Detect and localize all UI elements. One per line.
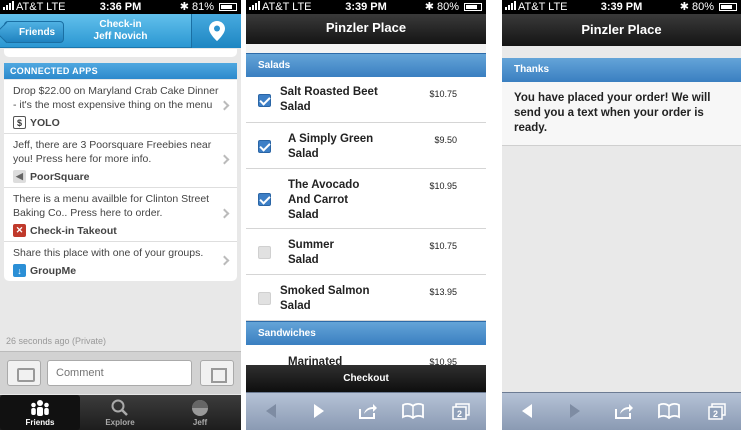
friends-icon: [31, 400, 49, 416]
megaphone-icon: ◀: [13, 170, 26, 183]
item-price: $9.50: [434, 135, 457, 145]
item-price: $10.95: [429, 181, 457, 191]
item-checkbox[interactable]: [258, 94, 271, 107]
status-bar: AT&T LTE 3:39 PM ✱ 80%: [246, 0, 486, 14]
pages-icon[interactable]: 2: [452, 403, 470, 420]
comment-input[interactable]: [47, 360, 192, 386]
chevron-right-icon: [219, 208, 230, 218]
checkin-timestamp: 26 seconds ago (Private): [6, 336, 107, 346]
phone-menu: AT&T LTE 3:39 PM ✱ 80% Pinzler Place Sala…: [246, 0, 486, 430]
menu-item[interactable]: Summer Salad $10.75: [246, 229, 486, 275]
item-checkbox[interactable]: [258, 246, 271, 259]
checkin-card: [4, 49, 237, 57]
app-name: Check-in Takeout: [30, 224, 117, 237]
tab-friends[interactable]: Friends: [0, 395, 80, 430]
item-price: $10.75: [429, 241, 457, 251]
avatar-icon: [192, 400, 208, 416]
phone-checkin: AT&T LTE 3:36 PM ✱ 81% Friends Check-in J…: [0, 0, 241, 430]
item-checkbox[interactable]: [258, 292, 271, 305]
location-button[interactable]: [191, 14, 241, 48]
item-name: Summer Salad: [288, 239, 335, 266]
battery-icon: [719, 3, 737, 11]
item-name: The Avocado And Carrot Salad: [288, 179, 360, 221]
menu-list[interactable]: Salads Salt Roasted Beet Salad $10.75 A …: [246, 44, 486, 365]
page-title: Pinzler Place: [502, 14, 741, 46]
page-title: Pinzler Place: [246, 14, 486, 44]
item-name: Smoked Salmon Salad: [280, 285, 370, 312]
chevron-right-icon: [219, 100, 230, 110]
item-name: Salt Roasted Beet Salad: [280, 86, 378, 113]
app-item-text: Share this place with one of your groups…: [13, 247, 204, 259]
item-price: $10.95: [429, 357, 457, 365]
takeout-icon: ✕: [13, 224, 26, 237]
post-comment-button[interactable]: [200, 360, 234, 386]
svg-text:2: 2: [713, 409, 718, 419]
menu-item[interactable]: A Simply Green Salad $9.50: [246, 123, 486, 169]
explore-icon: [111, 399, 128, 416]
section-header-sandwiches: Sandwiches: [246, 321, 486, 345]
groupme-icon: ↓: [13, 264, 26, 277]
app-item-groupme[interactable]: Share this place with one of your groups…: [4, 242, 237, 281]
bluetooth-icon: ✱: [679, 1, 689, 13]
section-header-salads: Salads: [246, 53, 486, 77]
item-name: A Simply Green Salad: [288, 133, 374, 160]
status-bar: AT&T LTE 3:36 PM ✱ 81%: [0, 0, 241, 14]
chevron-right-icon: [219, 255, 230, 265]
section-header-thanks: Thanks: [502, 58, 741, 82]
app-item-poorsquare[interactable]: Jeff, there are 3 Poorsquare Freebies ne…: [4, 134, 237, 188]
menu-item[interactable]: Marinated $10.95: [246, 345, 486, 365]
item-price: $10.75: [429, 89, 457, 99]
checkout-button[interactable]: Checkout: [246, 365, 486, 392]
pages-icon[interactable]: 2: [708, 403, 726, 420]
item-price: $13.95: [429, 287, 457, 297]
confirmation-message: You have placed your order! We will send…: [502, 82, 741, 146]
map-pin-icon: [209, 21, 225, 41]
app-item-text: Drop $22.00 on Maryland Crab Cake Dinner…: [13, 85, 219, 111]
tab-profile[interactable]: Jeff: [160, 395, 240, 430]
menu-item[interactable]: The Avocado And Carrot Salad $10.95: [246, 169, 486, 229]
share-icon[interactable]: [614, 403, 634, 419]
section-header: CONNECTED APPS: [4, 63, 237, 79]
chevron-right-icon: [219, 154, 230, 164]
bluetooth-icon: ✱: [179, 1, 189, 13]
battery-percent: 80%: [691, 1, 714, 13]
bluetooth-icon: ✱: [424, 1, 434, 13]
item-checkbox[interactable]: [258, 193, 271, 206]
connected-apps-list: Drop $22.00 on Maryland Crab Cake Dinner…: [4, 80, 237, 281]
dollar-icon: $: [13, 116, 26, 129]
app-item-yolo[interactable]: Drop $22.00 on Maryland Crab Cake Dinner…: [4, 80, 237, 134]
battery-percent: 80%: [436, 1, 459, 13]
battery-icon: [464, 3, 482, 11]
app-name: PoorSquare: [30, 170, 90, 183]
comment-bar: [0, 351, 241, 394]
app-name: YOLO: [30, 116, 60, 129]
tab-bar: Friends Explore Jeff: [0, 395, 241, 430]
app-item-checkin-takeout[interactable]: There is a menu availble for Clinton Str…: [4, 188, 237, 242]
item-name: Marinated: [288, 356, 343, 365]
bookmarks-icon[interactable]: [658, 403, 680, 419]
menu-item[interactable]: Salt Roasted Beet Salad $10.75: [246, 77, 486, 123]
tab-explore[interactable]: Explore: [80, 395, 160, 430]
battery-icon: [219, 3, 237, 11]
camera-button[interactable]: [7, 360, 41, 386]
app-item-text: Jeff, there are 3 Poorsquare Freebies ne…: [13, 139, 212, 165]
status-bar: AT&T LTE 3:39 PM ✱ 80%: [502, 0, 741, 14]
menu-item[interactable]: Smoked Salmon Salad $13.95: [246, 275, 486, 321]
forward-icon[interactable]: [312, 403, 326, 419]
back-icon[interactable]: [520, 403, 534, 419]
share-icon[interactable]: [358, 403, 378, 419]
bookmarks-icon[interactable]: [402, 403, 424, 419]
forward-icon[interactable]: [568, 403, 582, 419]
phone-confirmation: AT&T LTE 3:39 PM ✱ 80% Pinzler Place Than…: [502, 0, 741, 430]
app-name: GroupMe: [30, 264, 77, 277]
browser-toolbar: 2: [246, 392, 486, 430]
battery-percent: 81%: [191, 1, 214, 13]
back-icon[interactable]: [264, 403, 278, 419]
page-title: Check-in Jeff Novich: [93, 19, 148, 42]
app-item-text: There is a menu availble for Clinton Str…: [13, 193, 210, 219]
nav-bar: Friends Check-in Jeff Novich: [0, 14, 241, 48]
browser-toolbar: 2: [502, 392, 741, 430]
svg-text:2: 2: [457, 409, 462, 419]
item-checkbox[interactable]: [258, 140, 271, 153]
